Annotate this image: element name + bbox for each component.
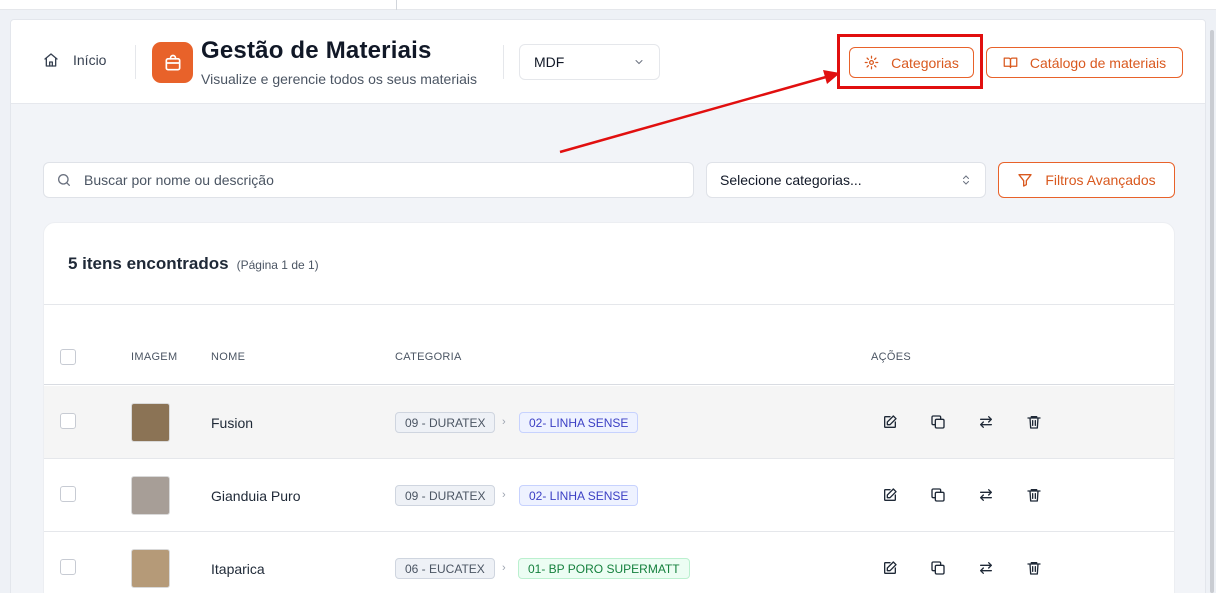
advanced-filters-button[interactable]: Filtros Avançados xyxy=(998,162,1175,198)
edit-button[interactable] xyxy=(882,414,898,430)
search-box[interactable] xyxy=(43,162,694,198)
edit-button[interactable] xyxy=(882,487,898,503)
delete-button[interactable] xyxy=(1026,560,1042,576)
app-window: Início Gestão de Materiais Visualize e g… xyxy=(10,19,1206,593)
column-actions: AÇÕES xyxy=(871,351,912,363)
trash-icon xyxy=(1027,416,1041,429)
scrollbar[interactable] xyxy=(1210,30,1214,593)
copy-icon xyxy=(931,415,945,429)
table-row[interactable]: Gianduia Puro 09 - DURATEX › 02- LINHA S… xyxy=(44,459,1174,532)
search-input[interactable] xyxy=(84,172,644,188)
category-select[interactable]: Selecione categorias... xyxy=(706,162,986,198)
filter-icon xyxy=(1018,174,1033,187)
material-name: Gianduia Puro xyxy=(211,488,301,504)
transfer-icon xyxy=(980,562,992,574)
app-icon xyxy=(152,42,193,83)
page-title: Gestão de Materiais xyxy=(201,37,432,64)
browser-top-strip xyxy=(0,0,1216,10)
trash-icon xyxy=(1027,489,1041,502)
duplicate-button[interactable] xyxy=(930,487,946,503)
copy-icon xyxy=(931,488,945,502)
table-row[interactable]: Fusion 09 - DURATEX › 02- LINHA SENSE xyxy=(44,386,1174,459)
divider xyxy=(503,45,504,79)
home-label: Início xyxy=(73,52,107,68)
brand-tag: 06 - EUCATEX xyxy=(395,558,495,579)
duplicate-button[interactable] xyxy=(930,414,946,430)
trash-icon xyxy=(1027,562,1041,575)
transfer-icon xyxy=(980,416,992,428)
materials-card: 5 itens encontrados (Página 1 de 1) IMAG… xyxy=(43,222,1175,593)
line-tag: 02- LINHA SENSE xyxy=(519,485,639,506)
search-icon xyxy=(58,174,70,186)
column-image: IMAGEM xyxy=(131,351,178,363)
chevron-down-icon xyxy=(635,60,643,65)
table-header: IMAGEM NOME CATEGORIA AÇÕES xyxy=(44,306,1174,385)
row-checkbox[interactable] xyxy=(60,486,76,502)
material-name: Fusion xyxy=(211,415,254,431)
line-tag: 01- BP PORO SUPERMATT xyxy=(518,558,690,579)
chevron-right-icon: › xyxy=(502,562,506,574)
advanced-filters-label: Filtros Avançados xyxy=(1045,172,1156,188)
column-category: CATEGORIA xyxy=(395,351,462,363)
material-swatch xyxy=(131,476,170,515)
edit-button[interactable] xyxy=(882,560,898,576)
table-row[interactable]: Itaparica 06 - EUCATEX › 01- BP PORO SUP… xyxy=(44,532,1174,593)
edit-icon xyxy=(884,561,897,574)
edit-icon xyxy=(884,488,897,501)
divider xyxy=(135,45,136,79)
duplicate-button[interactable] xyxy=(930,560,946,576)
annotation-highlight-box xyxy=(837,34,983,89)
material-swatch xyxy=(131,403,170,442)
transfer-icon xyxy=(980,489,992,501)
column-name: NOME xyxy=(211,351,246,363)
results-page: (Página 1 de 1) xyxy=(236,257,319,272)
delete-button[interactable] xyxy=(1026,414,1042,430)
row-checkbox[interactable] xyxy=(60,559,76,575)
material-swatch xyxy=(131,549,170,588)
copy-icon xyxy=(931,561,945,575)
line-tag: 02- LINHA SENSE xyxy=(519,412,639,433)
chevron-right-icon: › xyxy=(502,489,506,501)
material-type-value: MDF xyxy=(534,54,565,70)
delete-button[interactable] xyxy=(1026,487,1042,503)
results-count: 5 itens encontrados xyxy=(68,253,229,273)
home-link[interactable]: Início xyxy=(43,52,106,68)
results-summary: 5 itens encontrados (Página 1 de 1) xyxy=(44,223,1174,305)
book-open-icon xyxy=(1003,57,1018,69)
brand-tag: 09 - DURATEX xyxy=(395,485,496,506)
edit-icon xyxy=(884,415,897,428)
transfer-button[interactable] xyxy=(978,560,994,576)
page-subtitle: Visualize e gerencie todos os seus mater… xyxy=(201,71,478,87)
row-checkbox[interactable] xyxy=(60,413,76,429)
catalog-button[interactable]: Catálogo de materiais xyxy=(986,47,1183,78)
brand-tag: 09 - DURATEX xyxy=(395,412,496,433)
page-header: Início Gestão de Materiais Visualize e g… xyxy=(11,20,1205,104)
shopping-bag-icon xyxy=(165,54,180,70)
chevron-right-icon: › xyxy=(502,416,506,428)
home-icon xyxy=(44,53,58,67)
catalog-button-label: Catálogo de materiais xyxy=(1029,54,1167,71)
transfer-button[interactable] xyxy=(978,487,994,503)
transfer-button[interactable] xyxy=(978,414,994,430)
chevrons-up-down-icon xyxy=(963,175,969,185)
select-all-checkbox[interactable] xyxy=(60,349,76,365)
category-select-value: Selecione categorias... xyxy=(720,172,862,188)
material-name: Itaparica xyxy=(211,561,265,577)
material-type-select[interactable]: MDF xyxy=(519,44,660,80)
